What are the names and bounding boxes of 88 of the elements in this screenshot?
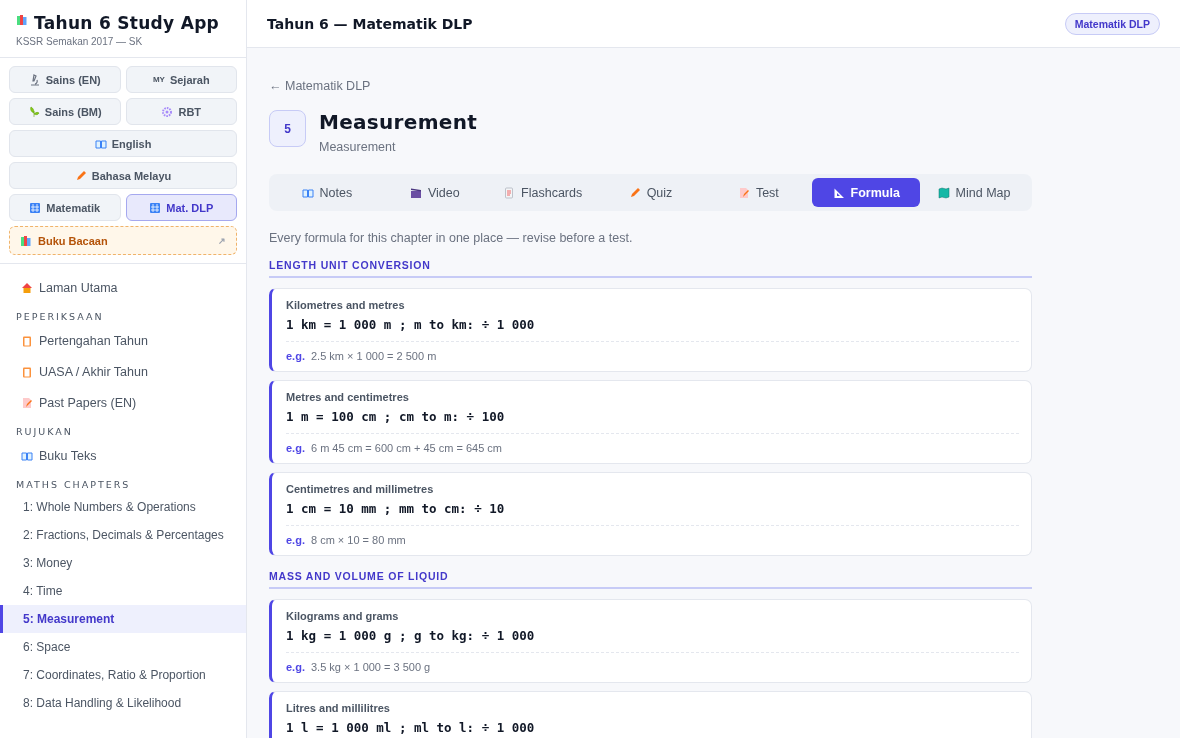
example-label: e.g.: [286, 350, 305, 362]
nav-heading: PEPERIKSAAN: [15, 310, 105, 324]
section-heading: LENGTH UNIT CONVERSION: [269, 259, 1032, 278]
tab[interactable]: Quiz: [596, 178, 705, 207]
subject-button[interactable]: Sains (EN): [9, 66, 121, 93]
example-text: 6 m 45 cm = 600 cm + 45 cm = 645 cm: [310, 442, 502, 454]
page-title: Tahun 6 — Matematik DLP: [267, 15, 473, 32]
document-icon: [737, 186, 750, 199]
formula-name: Kilometres and metres: [286, 299, 406, 311]
subject-button[interactable]: Matematik: [9, 194, 121, 221]
nav-heading: MATHS CHAPTERS: [15, 478, 132, 492]
subject-button[interactable]: RBT: [125, 98, 237, 125]
abacus-icon: [29, 201, 42, 214]
nav-item[interactable]: Laman Utama: [0, 272, 246, 303]
nav-item[interactable]: Buku Teks: [0, 440, 246, 471]
example-text: 2.5 km × 1 000 = 2 500 m: [310, 350, 437, 362]
chapter-title: Measurement: [319, 110, 478, 134]
formula: 1 kg = 1 000 g ; g to kg: ÷ 1 000: [286, 628, 536, 643]
intro-text: Every formula for this chapter in one place — revise before a test.: [269, 231, 634, 245]
abacus-icon: [149, 201, 162, 214]
formula: 1 l = 1 000 ml ; ml to l: ÷ 1 000: [286, 720, 536, 735]
book-icon: [301, 186, 314, 199]
example-text: 8 cm × 10 = 80 mm: [310, 534, 406, 546]
nav-item[interactable]: Pertengahan Tahun: [0, 325, 246, 356]
chapter-link[interactable]: 5: Measurement: [0, 605, 246, 633]
nav-item[interactable]: UASA / Akhir Tahun: [0, 356, 246, 387]
reading-link[interactable]: Buku Bacaan ↗: [9, 226, 237, 255]
formula: 1 m = 100 cm ; cm to m: ÷ 100: [286, 409, 506, 424]
chapter-link[interactable]: 3: Money: [0, 549, 246, 577]
pencil-icon: [628, 186, 641, 199]
formula: 1 cm = 10 mm ; mm to cm: ÷ 10: [286, 501, 506, 516]
gear-icon: [161, 105, 174, 118]
clipboard-icon: [21, 365, 33, 378]
map-icon: [937, 186, 950, 199]
chapter-link[interactable]: 1: Whole Numbers & Operations: [0, 493, 246, 521]
app-title: Tahun 6 Study App: [34, 14, 220, 32]
nav-label: Pertengahan Tahun: [39, 333, 148, 348]
example-label: e.g.: [286, 534, 305, 546]
formula-name: Kilograms and grams: [286, 610, 400, 622]
formula-name: Centimetres and millimetres: [286, 483, 435, 495]
books-icon: [16, 14, 28, 26]
clipboard-icon: [21, 334, 33, 347]
formula-name: Metres and centimetres: [286, 391, 410, 403]
chapter-number: 5: [269, 110, 306, 147]
chapter-subtitle: Measurement: [319, 140, 397, 154]
chapter-link[interactable]: 7: Coordinates, Ratio & Proportion: [0, 661, 246, 689]
document-icon: [21, 396, 33, 409]
tab[interactable]: Flashcards: [488, 178, 597, 207]
section-heading: MASS AND VOLUME OF LIQUID: [269, 570, 1032, 589]
chapter-link[interactable]: 2: Fractions, Decimals & Percentages: [0, 521, 246, 549]
tab[interactable]: Video: [380, 178, 489, 207]
chapter-link[interactable]: 6: Space: [0, 633, 246, 661]
tab[interactable]: Notes: [273, 178, 381, 207]
nav-item[interactable]: Past Papers (EN): [0, 387, 246, 418]
chapter-link[interactable]: 4: Time: [0, 577, 246, 605]
plant-icon: [27, 105, 40, 118]
subject-button[interactable]: Mat. DLP: [125, 194, 237, 221]
book-icon: [94, 137, 107, 150]
reading-label: Buku Bacaan: [38, 234, 109, 247]
nav-label: Buku Teks: [39, 448, 97, 463]
formula: 1 km = 1 000 m ; m to km: ÷ 1 000: [286, 317, 536, 332]
card-icon: [503, 186, 516, 199]
nav-label: Laman Utama: [39, 280, 118, 295]
example-text: 3.5 kg × 1 000 = 3 500 g: [310, 661, 431, 673]
tab[interactable]: Mind Map: [920, 178, 1028, 207]
flag-code: MY: [152, 75, 165, 84]
pencil-icon: [74, 169, 87, 182]
house-icon: [21, 281, 33, 294]
chapter-link[interactable]: 8: Data Handling & Likelihood: [0, 689, 246, 717]
subject-badge: Matematik DLP: [1064, 12, 1160, 35]
subject-button[interactable]: MY Sejarah: [125, 66, 237, 93]
subject-button[interactable]: Bahasa Melayu: [9, 162, 237, 189]
external-arrow: ↗: [218, 235, 226, 246]
books-icon: [20, 234, 32, 247]
back-link[interactable]: ← Matematik DLP: [269, 79, 371, 93]
app-subtitle: KSSR Semakan 2017 — SK: [16, 36, 144, 47]
tab[interactable]: Formula: [812, 178, 921, 207]
example-label: e.g.: [286, 661, 305, 673]
clapperboard-icon: [409, 186, 422, 199]
tab[interactable]: Test: [704, 178, 813, 207]
subject-button[interactable]: Sains (BM): [9, 98, 121, 125]
nav-label: UASA / Akhir Tahun: [39, 364, 148, 379]
nav-label: Past Papers (EN): [39, 395, 137, 410]
example-label: e.g.: [286, 442, 305, 454]
book-icon: [21, 449, 33, 462]
formula-name: Litres and millilitres: [286, 702, 391, 714]
nav-heading: RUJUKAN: [15, 425, 74, 439]
subject-button[interactable]: English: [9, 130, 237, 157]
